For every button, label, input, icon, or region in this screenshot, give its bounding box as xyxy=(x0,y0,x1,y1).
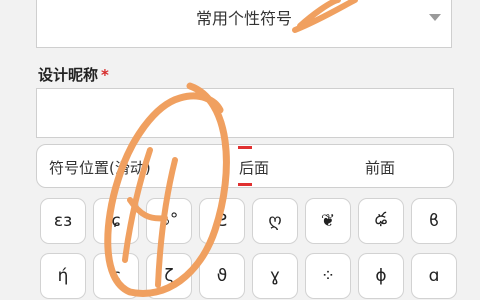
symbol-key[interactable]: ϐ xyxy=(411,198,457,244)
symbol-key[interactable]: ɛɜ xyxy=(40,198,86,244)
required-mark: * xyxy=(101,66,109,84)
symbol-key[interactable]: ɑ xyxy=(411,253,457,299)
symbol-key[interactable]: ζ xyxy=(146,253,192,299)
symbol-position-label: 符号位置(滑动) xyxy=(49,159,151,177)
style-select-value: 常用个性符号 xyxy=(195,9,292,28)
selection-indicator-bottom xyxy=(238,183,252,186)
symbol-key[interactable]: ❦ xyxy=(305,198,351,244)
symbol-key[interactable]: ɕ xyxy=(93,198,139,244)
symbol-key[interactable]: ఢ xyxy=(358,198,404,244)
selection-indicator-top xyxy=(238,146,252,149)
symbol-key[interactable]: ⁘ xyxy=(305,253,351,299)
symbol-key[interactable]: ღ xyxy=(252,198,298,244)
symbol-key[interactable]: ঌ° xyxy=(146,198,192,244)
symbol-key[interactable]: Ƨ xyxy=(199,198,245,244)
position-option-back[interactable]: 后面 xyxy=(239,157,269,178)
symbol-key[interactable]: ɕ xyxy=(93,253,139,299)
nickname-input[interactable] xyxy=(36,88,454,138)
symbol-key[interactable]: ɣ xyxy=(252,253,298,299)
symbol-key[interactable]: ɸ xyxy=(358,253,404,299)
symbol-key[interactable]: ή xyxy=(40,253,86,299)
position-option-front[interactable]: 前面 xyxy=(365,157,395,178)
chevron-down-icon xyxy=(429,14,441,21)
symbol-position-selector[interactable]: 符号位置(滑动) 后面 前面 xyxy=(36,144,454,188)
nickname-label: 设计昵称 * xyxy=(38,66,109,84)
symbol-key[interactable]: ϑ xyxy=(199,253,245,299)
style-select[interactable]: 常用个性符号 xyxy=(36,0,452,48)
